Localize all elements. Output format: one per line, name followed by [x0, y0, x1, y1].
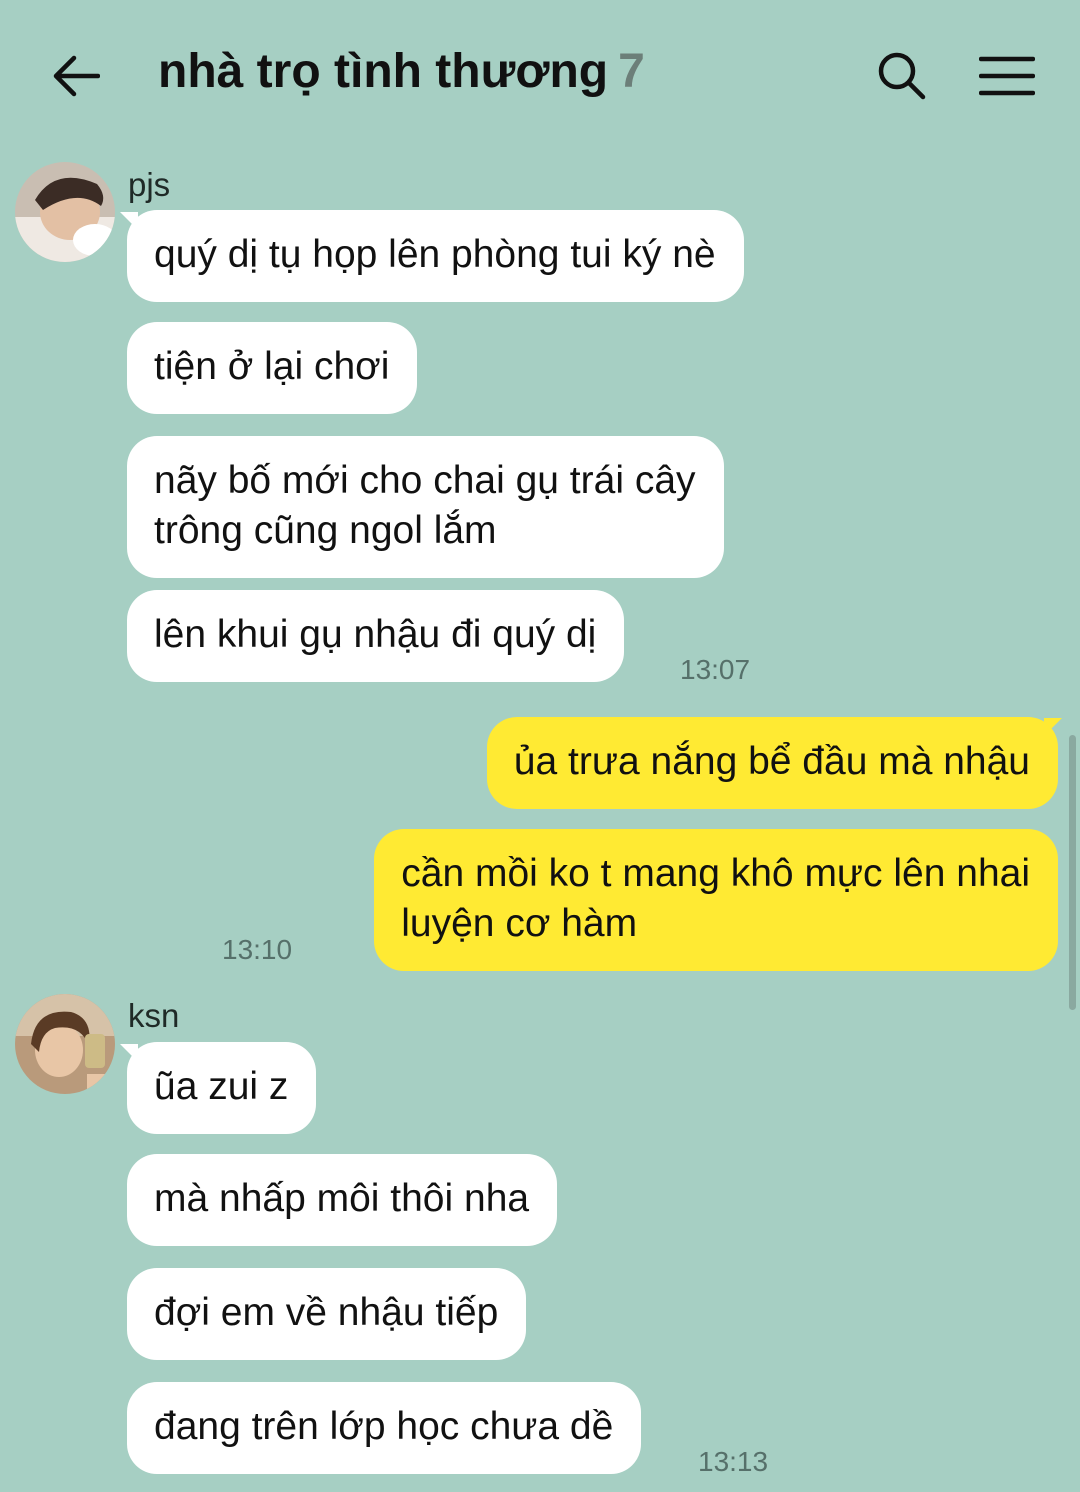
- message-bubble[interactable]: tiện ở lại chơi: [127, 322, 418, 414]
- message-bubble[interactable]: ũa zui z: [127, 1042, 317, 1134]
- message-timestamp: 13:13: [698, 1446, 769, 1477]
- message-bubble[interactable]: đợi em về nhậu tiếp: [127, 1268, 527, 1360]
- menu-button[interactable]: [974, 48, 1040, 104]
- message-bubble[interactable]: đang trên lớp học chưa dề: [127, 1382, 642, 1474]
- back-button[interactable]: [48, 48, 104, 104]
- message-timestamp: 13:07: [680, 654, 751, 685]
- search-button[interactable]: [872, 46, 932, 106]
- message-bubble[interactable]: quý dị tụ họp lên phòng tui ký nè: [127, 210, 744, 302]
- sender-name: ksn: [128, 997, 180, 1034]
- search-icon: [878, 52, 926, 100]
- chat-title[interactable]: nhà trọ tình thương 7: [158, 44, 645, 99]
- member-count: 7: [618, 45, 645, 98]
- scrollbar[interactable]: [1069, 735, 1076, 1010]
- sender-name: pjs: [128, 166, 171, 203]
- message-bubble[interactable]: mà nhấp môi thôi nha: [127, 1154, 558, 1246]
- avatar-ksn[interactable]: [15, 994, 115, 1094]
- arrow-left-icon: [53, 55, 100, 97]
- avatar-photo: [15, 162, 115, 262]
- avatar-photo: [15, 994, 115, 1094]
- message-timestamp: 13:10: [222, 934, 293, 965]
- chat-header: nhà trọ tình thương 7: [0, 0, 1080, 150]
- my-message-bubble[interactable]: cần mồi ko t mang khô mực lên nhai luyện…: [374, 829, 1058, 971]
- chat-title-text: nhà trọ tình thương: [158, 45, 609, 98]
- message-bubble[interactable]: nãy bố mới cho chai gụ trái cây trông cũ…: [127, 436, 724, 578]
- hamburger-menu-icon: [979, 56, 1035, 96]
- message-bubble[interactable]: lên khui gụ nhậu đi quý dị: [127, 590, 625, 682]
- avatar-pjs[interactable]: [15, 162, 115, 262]
- my-message-bubble[interactable]: ủa trưa nắng bể đầu mà nhậu: [486, 717, 1058, 809]
